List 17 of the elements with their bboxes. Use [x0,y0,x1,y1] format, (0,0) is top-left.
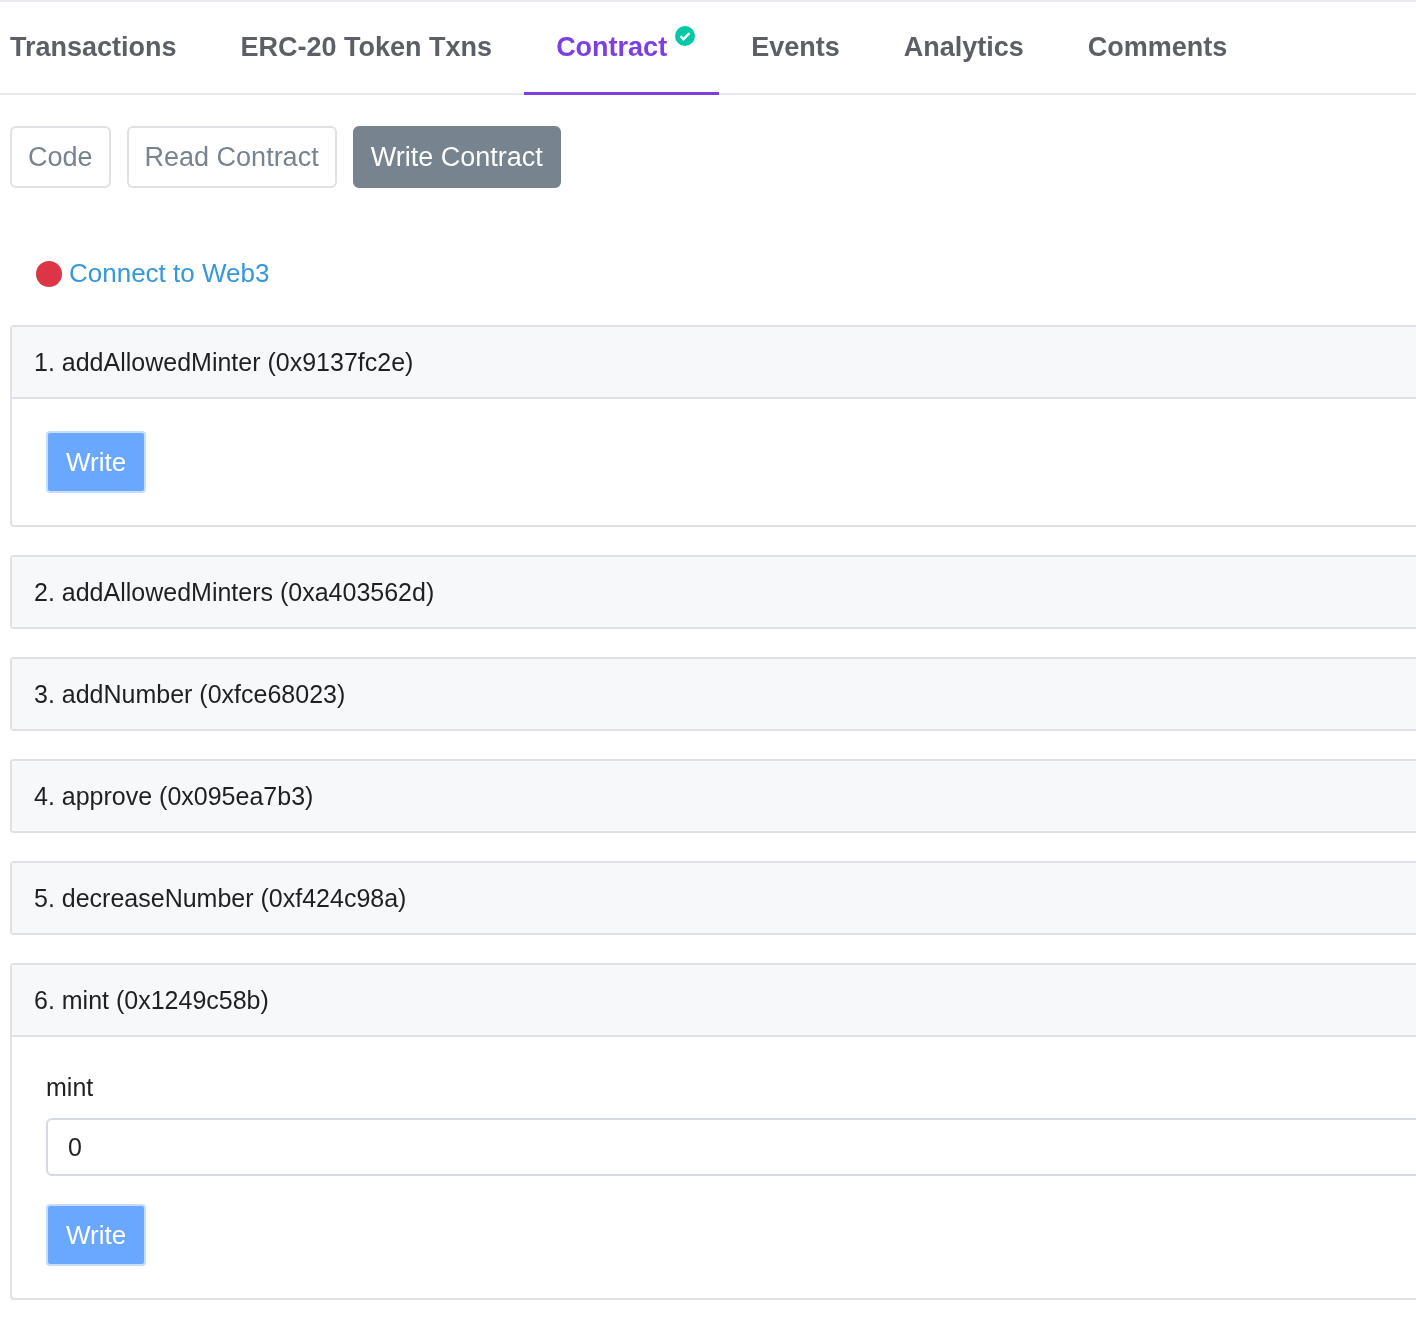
function-header[interactable]: 2. addAllowedMinters (0xa403562d) [12,557,1416,627]
function-header[interactable]: 1. addAllowedMinter (0x9137fc2e) [12,327,1416,399]
input-label: mint [46,1073,94,1102]
function-header[interactable]: 6. mint (0x1249c58b) [12,965,1416,1037]
view-tab[interactable]: Code [10,126,111,188]
view-tab[interactable]: Write Contract [352,126,561,188]
function-header[interactable]: 4. approve (0x095ea7b3) [12,761,1416,831]
tab[interactable]: Transactions [0,2,209,95]
tab[interactable]: Contract [524,2,720,95]
tab[interactable]: Events [719,2,872,95]
tab[interactable]: ERC-20 Token Txns [208,2,525,95]
input-field[interactable]: 0 [46,1118,1416,1176]
function-header[interactable]: 3. addNumber (0xfce68023) [12,659,1416,729]
view-tab[interactable]: Read Contract [126,126,337,188]
tab[interactable]: Comments [1055,2,1260,95]
function-header[interactable]: 5. decreaseNumber (0xf424c98a) [12,863,1416,933]
tab[interactable]: Analytics [871,2,1056,95]
